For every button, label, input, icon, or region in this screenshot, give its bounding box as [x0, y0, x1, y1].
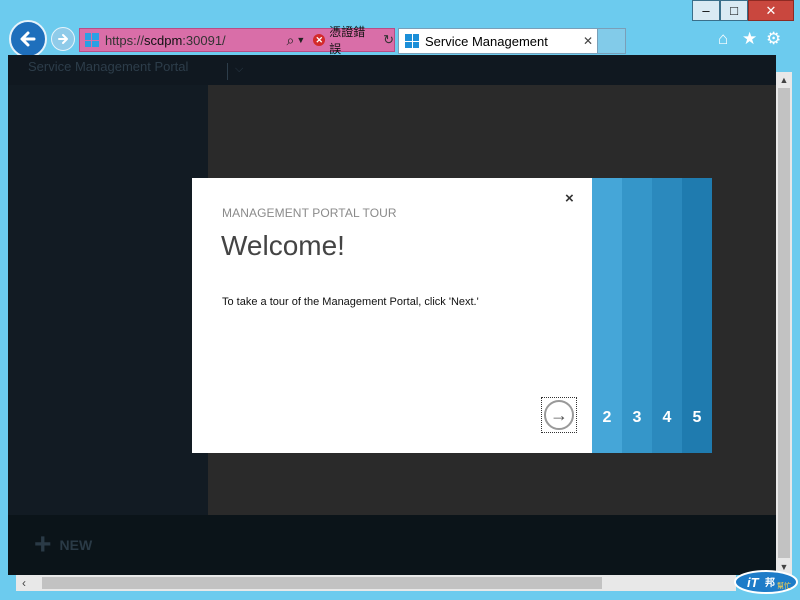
url-scheme: https:// [104, 32, 144, 48]
step-label: 4 [662, 409, 672, 426]
dialog-heading: MANAGEMENT PORTAL TOUR [222, 206, 397, 220]
step-label: 3 [632, 409, 642, 426]
chevron-down-icon[interactable]: ⌵ [235, 63, 243, 76]
home-icon[interactable]: ⌂ [718, 29, 728, 49]
new-tab-button[interactable] [598, 28, 626, 54]
tab-title: Service Management [425, 33, 548, 49]
url-port: :30091/ [182, 32, 226, 48]
scroll-thumb[interactable] [778, 88, 790, 558]
portal-header: Service Management Portal ⌵ [8, 55, 776, 85]
scroll-thumb[interactable] [42, 577, 602, 589]
certificate-error[interactable]: ✕ 憑證錯誤 [313, 23, 377, 57]
scroll-left-icon[interactable]: ‹ [16, 575, 32, 591]
tour-step-4[interactable]: 4 [652, 178, 682, 453]
new-label: NEW [59, 537, 93, 553]
plus-icon: + [34, 528, 52, 561]
arrow-right-icon: → [544, 400, 574, 430]
tab-close-icon[interactable]: ✕ [583, 34, 593, 48]
browser-window: – □ ✕ https://scdpm:30091/ ⌕ ▼ ✕ 憑證錯誤 ↻ … [0, 0, 800, 600]
ithelp-logo: iT 邦 幫忙 [733, 569, 799, 595]
scroll-up-icon[interactable]: ▲ [776, 72, 792, 88]
minimize-button[interactable]: – [692, 0, 720, 21]
tour-step-5[interactable]: 5 [682, 178, 712, 453]
certificate-error-label: 憑證錯誤 [329, 25, 366, 56]
tab-service-management[interactable]: Service Management ✕ [398, 28, 598, 54]
command-bar: + NEW [8, 515, 776, 575]
url-host: scdpm [143, 32, 183, 48]
close-window-button[interactable]: ✕ [748, 0, 794, 21]
header-divider [227, 63, 228, 80]
dropdown-icon[interactable]: ▼ [296, 35, 305, 45]
star-icon[interactable]: ★ [742, 29, 757, 49]
next-button[interactable]: → [541, 397, 577, 433]
svg-text:iT: iT [747, 575, 760, 590]
svg-text:邦: 邦 [765, 576, 775, 589]
tour-step-2[interactable]: 2 [592, 178, 622, 453]
close-icon[interactable]: × [565, 190, 574, 207]
maximize-button[interactable]: □ [720, 0, 748, 21]
svg-text:幫忙: 幫忙 [777, 581, 791, 590]
dialog-body: To take a tour of the Management Portal,… [222, 296, 479, 308]
horizontal-scrollbar[interactable]: ‹ [16, 575, 736, 591]
address-bar[interactable]: https://scdpm:30091/ ⌕ ▼ ✕ 憑證錯誤 ↻ [79, 25, 395, 56]
step-label: 2 [602, 409, 612, 426]
search-icon[interactable]: ⌕ [287, 32, 295, 49]
tour-step-3[interactable]: 3 [622, 178, 652, 453]
left-navigation [8, 85, 208, 515]
refresh-icon[interactable]: ↻ [383, 32, 394, 48]
vertical-scrollbar[interactable]: ▲ ▼ [776, 72, 792, 575]
forward-button[interactable] [51, 27, 75, 51]
dialog-title: Welcome! [221, 230, 345, 261]
gear-icon[interactable]: ⚙ [766, 29, 781, 49]
tour-dialog: MANAGEMENT PORTAL TOUR Welcome! To take … [192, 178, 712, 453]
address-url[interactable]: https://scdpm:30091/ [105, 33, 255, 48]
portal-title[interactable]: Service Management Portal [28, 59, 188, 74]
step-label: 5 [692, 409, 702, 426]
forward-arrow-icon [58, 34, 68, 44]
windows-logo-icon [85, 33, 99, 47]
windows-logo-icon [405, 34, 419, 48]
back-button[interactable] [9, 20, 47, 58]
new-button[interactable]: + NEW [34, 528, 93, 561]
back-arrow-icon [20, 31, 36, 47]
error-icon: ✕ [313, 34, 326, 46]
